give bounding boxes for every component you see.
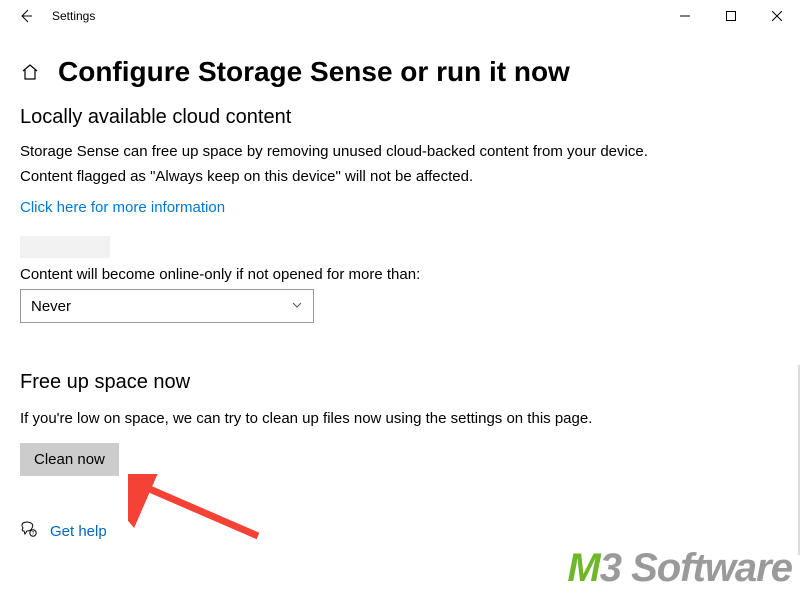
cloud-content-section: Locally available cloud content Storage …: [20, 106, 780, 323]
close-button[interactable]: [754, 0, 800, 32]
minimize-icon: [680, 11, 690, 21]
watermark: M3 Software: [567, 546, 792, 591]
maximize-icon: [726, 11, 736, 21]
app-title: Settings: [40, 9, 95, 23]
content-area: Configure Storage Sense or run it now Lo…: [0, 32, 800, 542]
cloud-section-heading: Locally available cloud content: [20, 106, 780, 129]
back-button[interactable]: [12, 8, 40, 24]
redacted-block: [20, 236, 110, 258]
get-help-link[interactable]: Get help: [50, 523, 107, 540]
titlebar: Settings: [0, 0, 800, 32]
page-header: Configure Storage Sense or run it now: [20, 56, 780, 88]
help-icon: ?: [20, 520, 38, 542]
online-only-label: Content will become online-only if not o…: [20, 266, 780, 283]
minimize-button[interactable]: [662, 0, 708, 32]
page-title: Configure Storage Sense or run it now: [58, 56, 570, 88]
more-info-link[interactable]: Click here for more information: [20, 199, 225, 216]
clean-now-button[interactable]: Clean now: [20, 443, 119, 476]
free-space-heading: Free up space now: [20, 371, 780, 394]
svg-text:?: ?: [32, 531, 35, 537]
back-arrow-icon: [18, 8, 34, 24]
window-controls: [662, 0, 800, 32]
free-space-section: Free up space now If you're low on space…: [20, 371, 780, 476]
select-value: Never: [31, 298, 71, 315]
cloud-desc-1: Storage Sense can free up space by remov…: [20, 143, 780, 160]
chevron-down-icon: [291, 298, 303, 315]
close-icon: [772, 11, 782, 21]
maximize-button[interactable]: [708, 0, 754, 32]
online-only-select[interactable]: Never: [20, 289, 314, 323]
cloud-desc-2: Content flagged as "Always keep on this …: [20, 168, 780, 185]
free-space-desc: If you're low on space, we can try to cl…: [20, 410, 780, 427]
home-button[interactable]: [20, 62, 40, 82]
help-row: ? Get help: [20, 520, 780, 542]
home-icon: [20, 62, 40, 82]
